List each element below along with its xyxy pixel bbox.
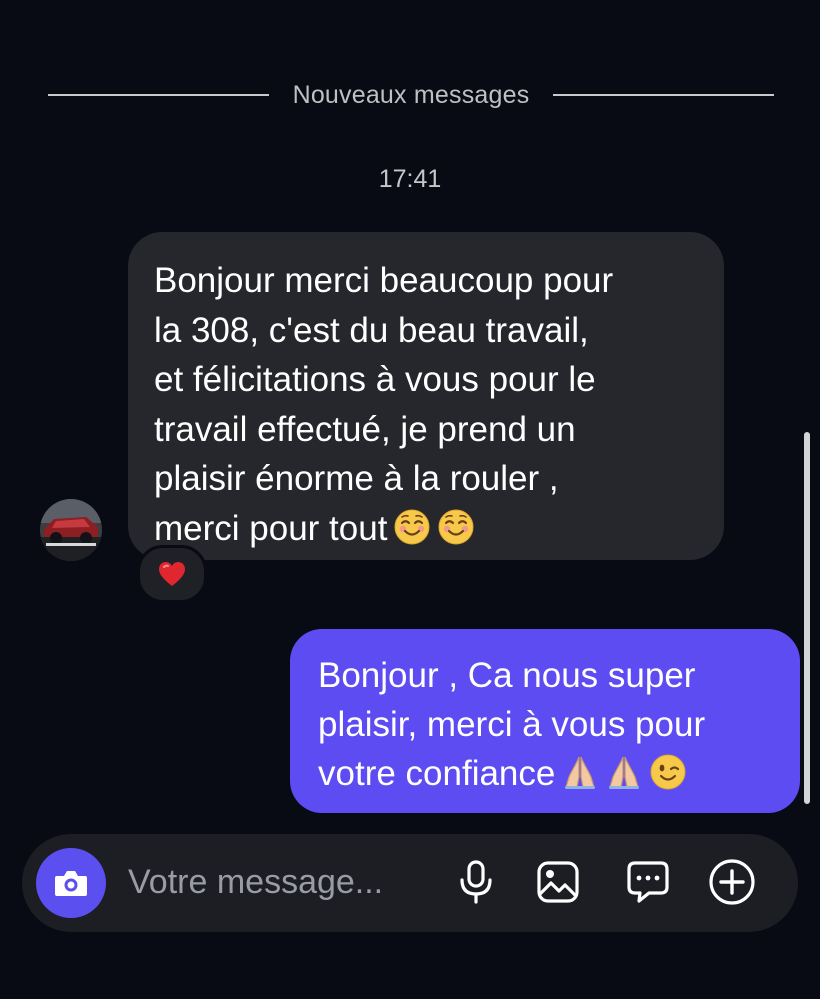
- incoming-message-line: merci pour tout: [154, 508, 388, 548]
- add-button[interactable]: [704, 854, 760, 910]
- incoming-message-line: Bonjour merci beaucoup pour: [154, 261, 614, 300]
- smiling-face-emoji: [437, 508, 475, 546]
- outgoing-message-line: Bonjour , Ca nous super: [318, 656, 696, 695]
- outgoing-message-line: plaisir, merci à vous pour: [318, 705, 706, 744]
- sticker-icon: [627, 861, 669, 903]
- incoming-message-last-line: merci pour tout: [154, 504, 700, 554]
- new-messages-label: Nouveaux messages: [292, 80, 530, 109]
- outgoing-message-bubble[interactable]: Bonjour , Ca nous super plaisir, merci à…: [290, 629, 800, 813]
- sender-avatar[interactable]: [40, 499, 102, 561]
- microphone-icon: [460, 860, 492, 904]
- outgoing-message-last-line: votre confiance: [318, 749, 778, 798]
- folded-hands-emoji: [561, 753, 599, 791]
- camera-button[interactable]: [36, 848, 106, 918]
- folded-hands-emoji: [605, 753, 643, 791]
- outgoing-message-line: votre confiance: [318, 754, 556, 793]
- heart-icon: [159, 562, 185, 586]
- incoming-message-line: travail effectué, je prend un: [154, 409, 576, 449]
- camera-icon: [55, 871, 87, 896]
- microphone-button[interactable]: [448, 854, 504, 910]
- avatar-photo: [40, 499, 102, 561]
- divider-line-left: [48, 94, 269, 96]
- add-icon: [709, 859, 755, 905]
- incoming-message-line: et félicitations à vous pour le: [154, 360, 596, 399]
- divider-line-right: [553, 94, 774, 96]
- incoming-message-bubble[interactable]: Bonjour merci beaucoup pour la 308, c'es…: [128, 232, 724, 560]
- incoming-message-line: la 308, c'est du beau travail,: [154, 310, 589, 350]
- sticker-button[interactable]: [620, 854, 676, 910]
- message-timestamp: 17:41: [378, 165, 442, 193]
- gallery-button[interactable]: [530, 854, 586, 910]
- heart-reaction[interactable]: [137, 545, 207, 603]
- new-messages-divider: Nouveaux messages: [48, 78, 774, 112]
- message-input[interactable]: [128, 862, 428, 902]
- smiling-face-emoji: [393, 508, 431, 546]
- message-composer: [22, 834, 798, 932]
- gallery-icon: [537, 861, 579, 903]
- scrollbar[interactable]: [804, 432, 810, 804]
- incoming-message-line: plaisir énorme à la rouler ,: [154, 459, 559, 498]
- winking-face-emoji: [649, 753, 687, 791]
